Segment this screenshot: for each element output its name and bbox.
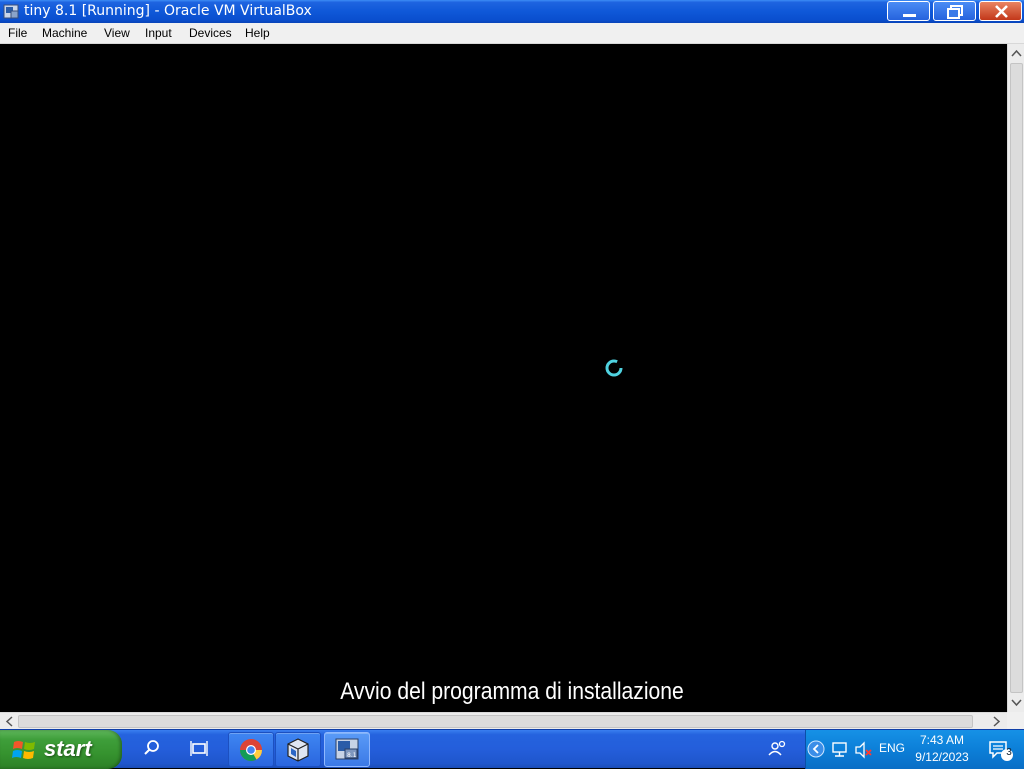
maximize-icon bbox=[947, 5, 963, 19]
show-hidden-icons[interactable] bbox=[807, 740, 825, 758]
vm-display[interactable] bbox=[0, 44, 1007, 712]
window-title: tiny 8.1 [Running] - Oracle VM VirtualBo… bbox=[24, 3, 312, 19]
language-indicator[interactable]: ENG bbox=[879, 741, 905, 756]
title-bar[interactable]: tiny 8.1 [Running] - Oracle VM VirtualBo… bbox=[0, 0, 1024, 23]
maximize-button[interactable] bbox=[933, 1, 976, 21]
network-icon[interactable] bbox=[831, 741, 849, 759]
menu-machine[interactable]: Machine bbox=[42, 26, 87, 41]
horizontal-scrollbar[interactable] bbox=[0, 712, 1007, 729]
minimize-icon bbox=[903, 14, 916, 17]
menu-view[interactable]: View bbox=[104, 26, 130, 41]
task-view-icon[interactable] bbox=[187, 730, 211, 769]
svg-text:8.1: 8.1 bbox=[347, 752, 357, 759]
chrome-taskbar-button[interactable] bbox=[228, 732, 274, 767]
setup-status-text: Avvio del programma di installazione bbox=[340, 678, 684, 705]
vm-taskbar-button[interactable]: 8.1 bbox=[324, 732, 370, 767]
menu-devices[interactable]: Devices bbox=[189, 26, 232, 41]
menu-help[interactable]: Help bbox=[245, 26, 270, 41]
windows-logo-icon bbox=[12, 741, 35, 759]
scroll-right-icon[interactable] bbox=[993, 716, 1001, 727]
menu-file[interactable]: File bbox=[8, 26, 27, 41]
notification-count: 3 bbox=[1006, 747, 1012, 758]
loading-spinner-icon bbox=[605, 359, 623, 377]
people-icon[interactable] bbox=[766, 730, 790, 769]
menu-input[interactable]: Input bbox=[145, 26, 172, 41]
vertical-scroll-thumb[interactable] bbox=[1010, 63, 1023, 693]
menu-bar: File Machine View Input Devices Help bbox=[0, 23, 1024, 44]
close-button[interactable] bbox=[979, 1, 1022, 21]
search-icon[interactable] bbox=[140, 730, 164, 769]
scroll-corner bbox=[1007, 712, 1024, 729]
start-label: start bbox=[44, 736, 92, 761]
minimize-button[interactable] bbox=[887, 1, 930, 21]
taskbar: start 8.1 3 ENG 7:43 AM 9/12/2023 bbox=[0, 729, 1024, 769]
virtualbox-app-icon[interactable] bbox=[3, 3, 20, 20]
scroll-up-icon[interactable] bbox=[1011, 49, 1022, 57]
volume-muted-icon[interactable] bbox=[854, 741, 874, 759]
virtualbox-window: tiny 8.1 [Running] - Oracle VM VirtualBo… bbox=[0, 0, 1024, 729]
clock-date[interactable]: 9/12/2023 bbox=[912, 749, 972, 765]
scroll-left-icon[interactable] bbox=[5, 716, 13, 727]
scroll-down-icon[interactable] bbox=[1011, 699, 1022, 707]
start-button[interactable]: start bbox=[0, 730, 122, 769]
clock-time[interactable]: 7:43 AM bbox=[912, 732, 972, 748]
virtualbox-taskbar-button[interactable] bbox=[275, 732, 321, 767]
horizontal-scroll-thumb[interactable] bbox=[18, 715, 973, 728]
vertical-scrollbar[interactable] bbox=[1007, 44, 1024, 712]
vm-tiny81-icon: 8.1 bbox=[335, 738, 359, 760]
chrome-icon bbox=[240, 739, 262, 761]
close-icon bbox=[995, 5, 1008, 18]
virtualbox-icon bbox=[287, 738, 309, 762]
